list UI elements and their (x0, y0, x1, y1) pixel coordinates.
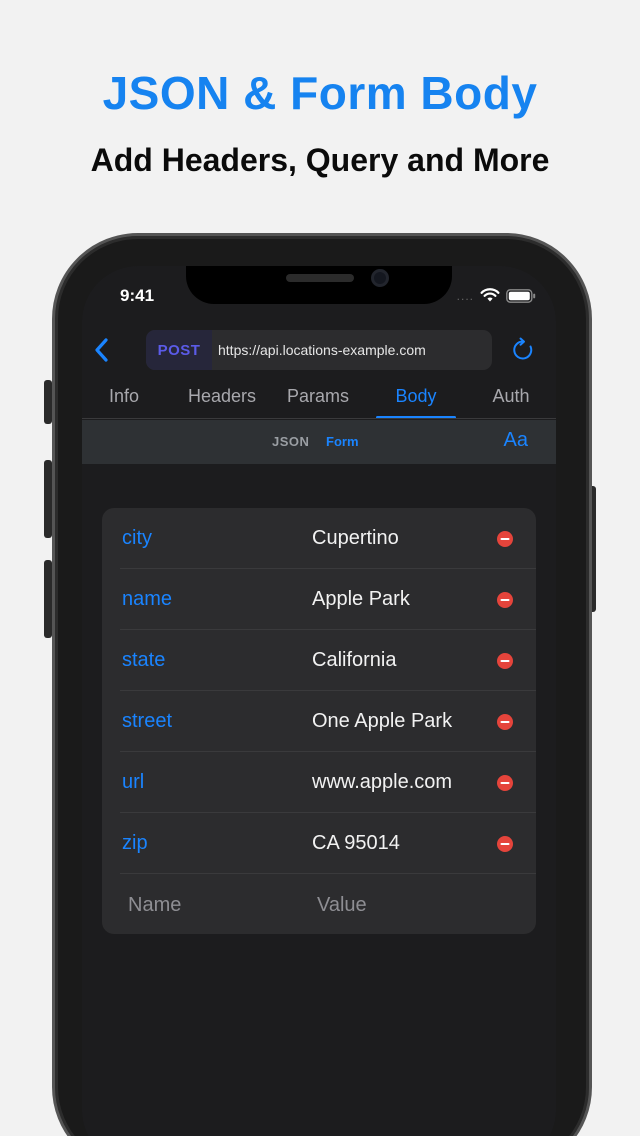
field-value[interactable]: Apple Park (312, 588, 410, 611)
tab-auth[interactable]: Auth (476, 380, 546, 420)
form-row: city Cupertino (102, 508, 536, 569)
field-key[interactable]: city (122, 527, 152, 550)
form-row: name Apple Park (102, 569, 536, 630)
phone-volume-down-button (44, 560, 52, 638)
tab-info[interactable]: Info (86, 380, 162, 420)
new-field-row: Name Value (102, 874, 536, 934)
field-value[interactable]: California (312, 649, 396, 672)
promo-subline: Add Headers, Query and More (90, 142, 550, 178)
field-key[interactable]: state (122, 649, 165, 672)
form-fields-card: city Cupertino name Apple Park state Cal… (102, 508, 536, 934)
body-type-toolbar: JSON Form Aa (82, 420, 556, 464)
tabs-divider (82, 418, 556, 419)
field-key[interactable]: url (122, 771, 144, 794)
remove-icon[interactable] (496, 774, 514, 792)
form-row: zip CA 95014 (102, 813, 536, 874)
phone-volume-up-button (44, 460, 52, 538)
field-key[interactable]: zip (122, 832, 148, 855)
form-row: url www.apple.com (102, 752, 536, 813)
request-navbar: POST https://api.locations-example.com (82, 328, 556, 372)
refresh-icon[interactable] (510, 337, 536, 363)
remove-icon[interactable] (496, 713, 514, 731)
tab-params[interactable]: Params (278, 380, 358, 420)
form-row: state California (102, 630, 536, 691)
new-field-value-input[interactable]: Value (317, 894, 367, 917)
url-bar[interactable]: POST https://api.locations-example.com (146, 330, 492, 370)
field-key[interactable]: name (122, 588, 172, 611)
signal-dots: .... (456, 288, 474, 303)
method-badge[interactable]: POST (146, 330, 212, 370)
status-time: 9:41 (120, 286, 155, 305)
url-field[interactable]: https://api.locations-example.com (212, 342, 426, 358)
notch (186, 266, 452, 304)
font-size-button[interactable]: Aa (504, 429, 528, 452)
remove-icon[interactable] (496, 835, 514, 853)
tab-headers[interactable]: Headers (178, 380, 266, 420)
tab-body[interactable]: Body (376, 380, 456, 420)
remove-icon[interactable] (496, 591, 514, 609)
phone-silent-switch (44, 380, 52, 424)
remove-icon[interactable] (496, 652, 514, 670)
back-icon[interactable] (90, 336, 116, 364)
remove-icon[interactable] (496, 530, 514, 548)
field-key[interactable]: street (122, 710, 172, 733)
new-field-name-input[interactable]: Name (128, 894, 181, 917)
field-value[interactable]: One Apple Park (312, 710, 452, 733)
json-segment[interactable]: JSON (272, 434, 309, 449)
promo-headline: JSON & Form Body (102, 67, 538, 119)
form-row: street One Apple Park (102, 691, 536, 752)
field-value[interactable]: CA 95014 (312, 832, 400, 855)
battery-icon (506, 288, 536, 303)
status-icons: .... (457, 288, 536, 303)
request-tabs: Info Headers Params Body Auth (82, 380, 556, 420)
wifi-icon (480, 288, 500, 303)
field-value[interactable]: www.apple.com (312, 771, 452, 794)
phone-screen: 9:41 .... POST https://api.locations-exa… (82, 266, 556, 1136)
speaker-grille (286, 274, 354, 282)
field-value[interactable]: Cupertino (312, 527, 399, 550)
front-camera (371, 269, 389, 287)
form-segment[interactable]: Form (326, 434, 359, 449)
